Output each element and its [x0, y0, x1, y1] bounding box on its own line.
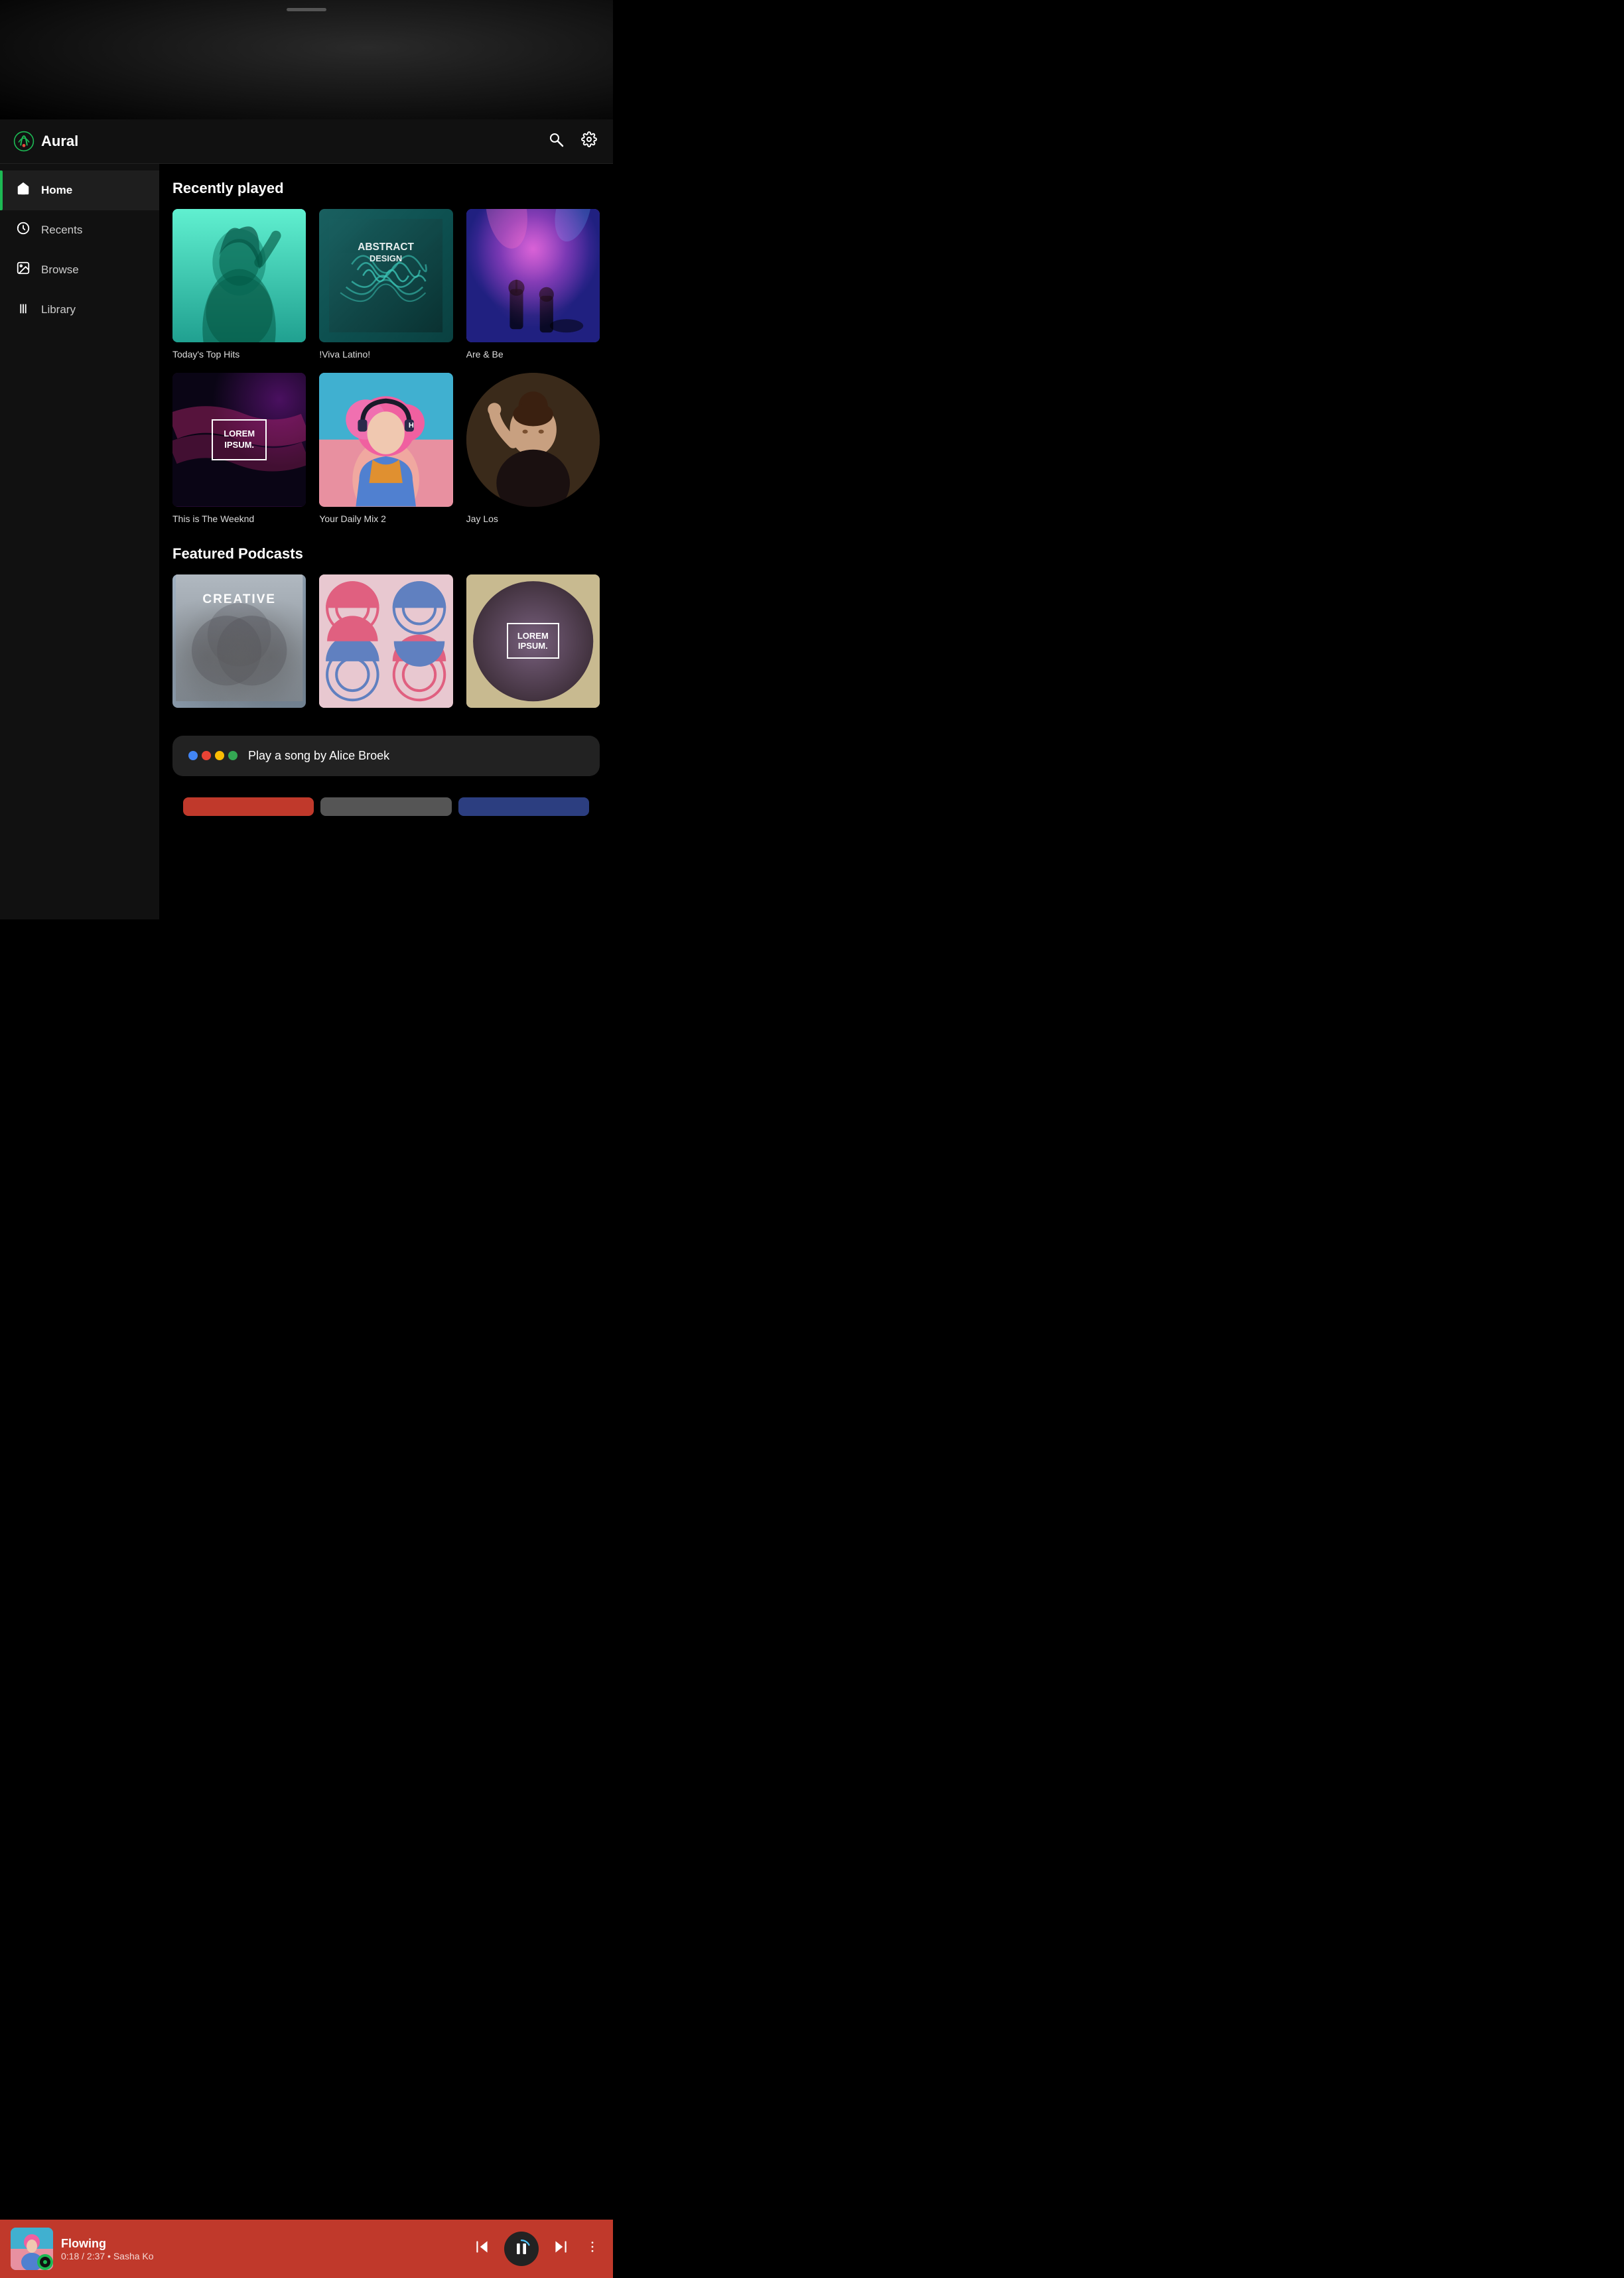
action-button-1[interactable] [183, 797, 314, 816]
browse-icon [16, 261, 31, 279]
album-label-viva-latino: !Viva Latino! [319, 349, 452, 360]
podcast-cover-lorem2: LOREM IPSUM. [466, 574, 600, 708]
podcast-item-creative[interactable]: CREATIVE [172, 574, 306, 714]
podcast-item-lorem2[interactable]: LOREM IPSUM. [466, 574, 600, 714]
lorem-ipsum-box: LOREM IPSUM. [212, 419, 267, 460]
voice-dot-yellow [215, 751, 224, 760]
album-label-jay-los: Jay Los [466, 513, 600, 524]
lorem2-line1: LOREM [517, 631, 549, 641]
album-item-daily-mix-2[interactable]: H Your Daily Mix 2 [319, 373, 452, 523]
bottom-actions [172, 789, 600, 824]
skip-forward-button[interactable] [549, 2236, 572, 2262]
more-options-button[interactable] [582, 2237, 602, 2261]
play-pause-button[interactable] [504, 2232, 539, 2266]
action-button-3[interactable] [458, 797, 589, 816]
drag-handle[interactable] [287, 8, 326, 11]
voice-dot-blue [188, 751, 198, 760]
now-playing-meta: 0:18 / 2:37 • Sasha Ko [61, 2251, 463, 2261]
header-icons [545, 129, 600, 154]
now-playing-thumbnail [11, 2228, 53, 2270]
lorem2-line2: IPSUM. [517, 641, 549, 651]
voice-dot-red [202, 751, 211, 760]
album-cover-are-and-be [466, 209, 600, 342]
now-playing-info: Flowing 0:18 / 2:37 • Sasha Ko [61, 2237, 463, 2261]
album-item-viva-latino[interactable]: ABSTRACT DESIGN !Viva Latino! [319, 209, 452, 360]
album-cover-todays-top-hits [172, 209, 306, 342]
now-playing-controls [471, 2232, 602, 2266]
podcast-cover-creative: CREATIVE [172, 574, 306, 708]
album-item-jay-los[interactable]: Jay Los [466, 373, 600, 523]
sidebar-item-library[interactable]: Library [0, 290, 159, 330]
album-cover-daily-mix-2: H [319, 373, 452, 506]
now-playing-title: Flowing [61, 2237, 463, 2251]
sidebar-item-home-label: Home [41, 184, 72, 197]
album-label-todays-top-hits: Today's Top Hits [172, 349, 306, 360]
app-header: Aural [0, 119, 613, 164]
svg-text:CREATIVE: CREATIVE [202, 592, 276, 606]
voice-assistant-bar[interactable]: Play a song by Alice Broek [172, 736, 600, 776]
svg-text:H: H [409, 422, 414, 430]
now-playing-bar: Flowing 0:18 / 2:37 • Sasha Ko [0, 2220, 613, 2278]
app-logo: Aural [13, 131, 545, 152]
recents-icon [16, 221, 31, 239]
album-label-are-and-be: Are & Be [466, 349, 600, 360]
featured-podcasts-title: Featured Podcasts [172, 545, 600, 563]
album-cover-jay-los [466, 373, 600, 506]
lorem2-box: LOREM IPSUM. [507, 623, 559, 659]
album-item-the-weeknd[interactable]: LOREM IPSUM. This is The Weeknd [172, 373, 306, 523]
aural-logo-icon [13, 131, 34, 152]
svg-text:ABSTRACT: ABSTRACT [358, 241, 415, 253]
album-label-daily-mix-2: Your Daily Mix 2 [319, 513, 452, 524]
album-item-todays-top-hits[interactable]: Today's Top Hits [172, 209, 306, 360]
voice-assistant-text: Play a song by Alice Broek [248, 749, 389, 763]
voice-dot-green [228, 751, 237, 760]
sidebar-item-recents-label: Recents [41, 224, 82, 237]
sidebar: Home Recents Browse Library [0, 164, 159, 919]
main-content: Recently played [159, 164, 613, 919]
album-cover-the-weeknd: LOREM IPSUM. [172, 373, 306, 506]
sidebar-item-browse[interactable]: Browse [0, 250, 159, 290]
app-title: Aural [41, 133, 78, 150]
action-button-2[interactable] [320, 797, 451, 816]
voice-dots [188, 751, 237, 760]
sidebar-item-library-label: Library [41, 303, 76, 316]
recently-played-grid: Today's Top Hits [172, 209, 600, 524]
album-cover-viva-latino: ABSTRACT DESIGN [319, 209, 452, 342]
lorem-ipsum-line1: LOREM [224, 429, 255, 440]
sidebar-item-browse-label: Browse [41, 263, 79, 277]
featured-podcasts-grid: CREATIVE [172, 574, 600, 714]
top-background [0, 0, 613, 119]
settings-button[interactable] [578, 129, 600, 154]
album-label-the-weeknd: This is The Weeknd [172, 513, 306, 524]
album-item-are-and-be[interactable]: Are & Be [466, 209, 600, 360]
lorem-ipsum-line2: IPSUM. [224, 440, 255, 451]
podcast-cover-pink-circles [319, 574, 452, 708]
skip-back-button[interactable] [471, 2236, 494, 2262]
sidebar-item-home[interactable]: Home [0, 170, 159, 210]
home-icon [16, 181, 31, 200]
main-layout: Home Recents Browse Library Recently pla… [0, 164, 613, 919]
library-icon [16, 301, 31, 319]
svg-text:DESIGN: DESIGN [370, 253, 402, 263]
recently-played-title: Recently played [172, 180, 600, 197]
sidebar-item-recents[interactable]: Recents [0, 210, 159, 250]
search-button[interactable] [545, 129, 567, 154]
podcast-item-pink-circles[interactable] [319, 574, 452, 714]
